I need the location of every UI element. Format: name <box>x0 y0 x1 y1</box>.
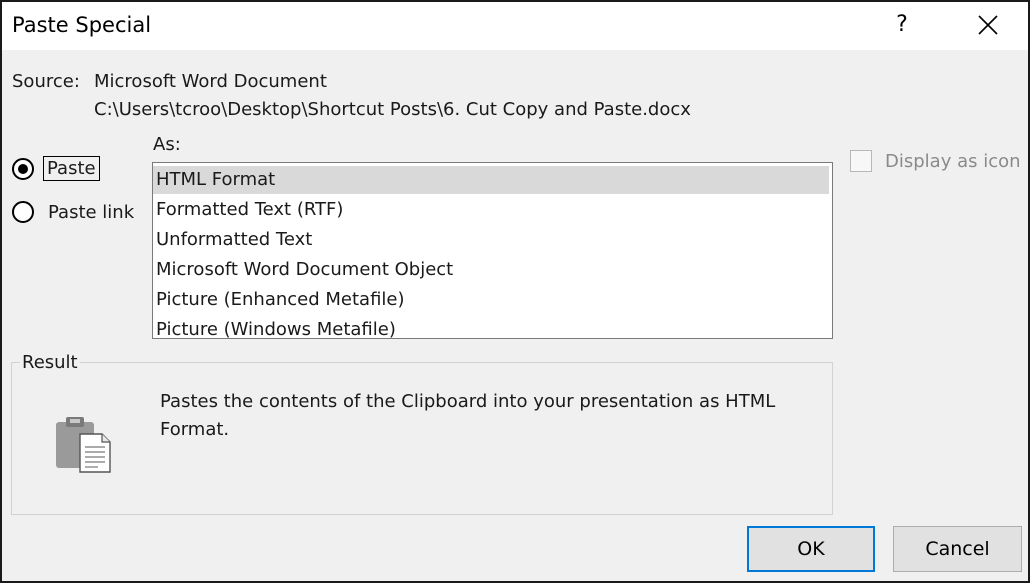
result-description: Pastes the contents of the Clipboard int… <box>160 391 776 440</box>
list-item[interactable]: Picture (Enhanced Metafile) <box>153 286 829 314</box>
paste-radio[interactable] <box>12 157 34 180</box>
clipboard-icon <box>54 414 114 481</box>
as-format-listbox[interactable]: HTML Format Formatted Text (RTF) Unforma… <box>152 162 833 340</box>
paste-special-dialog: Paste Special ? Source: Microsoft Word D… <box>0 0 1030 583</box>
ok-button[interactable]: OK <box>747 526 875 572</box>
close-button[interactable] <box>964 4 1012 46</box>
display-as-icon-checkbox <box>850 150 872 172</box>
result-legend: Result <box>20 352 80 373</box>
display-as-icon-label: Display as icon <box>885 150 1021 172</box>
paste-radio-option[interactable]: Paste <box>12 156 100 181</box>
paste-link-radio-label[interactable]: Paste link <box>48 202 134 223</box>
cancel-button[interactable]: Cancel <box>893 526 1022 572</box>
as-label: As: <box>153 134 181 155</box>
title-bar: Paste Special ? <box>2 2 1028 50</box>
paste-link-radio-option[interactable]: Paste link <box>12 201 134 223</box>
display-as-icon-option: Display as icon <box>850 150 1021 172</box>
help-button[interactable]: ? <box>882 5 922 45</box>
source-name: Microsoft Word Document <box>94 71 327 92</box>
source-path: C:\Users\tcroo\Desktop\Shortcut Posts\6.… <box>94 99 691 120</box>
list-item[interactable]: Microsoft Word Document Object <box>153 256 829 284</box>
close-icon <box>978 15 998 35</box>
list-item[interactable]: Picture (Windows Metafile) <box>153 316 829 344</box>
paste-link-radio[interactable] <box>12 201 34 223</box>
list-item[interactable]: Formatted Text (RTF) <box>153 196 829 224</box>
list-item[interactable]: HTML Format <box>153 166 829 194</box>
paste-radio-label[interactable]: Paste <box>43 156 100 181</box>
source-label: Source: <box>12 71 80 92</box>
dialog-title: Paste Special <box>12 13 152 37</box>
list-item[interactable]: Unformatted Text <box>153 226 829 254</box>
